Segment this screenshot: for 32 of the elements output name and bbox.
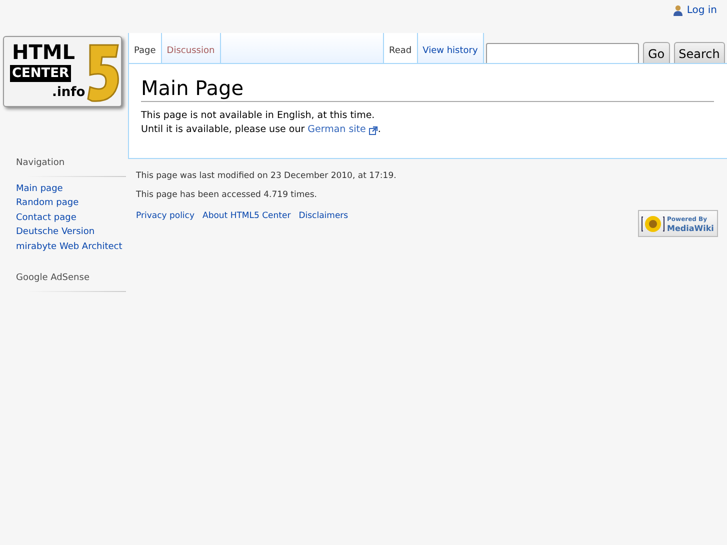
numeral-drawing — [84, 43, 121, 105]
body-text: Until it is available, please use our — [141, 123, 306, 137]
sidebar-heading: Google AdSense — [16, 272, 90, 285]
footer-link[interactable]: Disclaimers — [298, 210, 348, 222]
external-link-icon — [368, 126, 378, 134]
page-title: Main Page — [141, 76, 714, 102]
badge-text: MediaWiki — [667, 224, 714, 232]
sunflower-icon — [641, 214, 665, 234]
footer-info: This page has been accessed 4.719 times. — [136, 189, 318, 201]
logo-text: .info — [52, 85, 86, 101]
footer-info: This page was last modified on 23 December 2010, at 17:19. — [136, 170, 396, 182]
user-icon — [672, 5, 683, 16]
tab[interactable]: Page — [128, 33, 161, 64]
sidebar-link[interactable]: Contact page — [16, 210, 126, 225]
logo-text: HTML — [12, 41, 76, 63]
footer-link[interactable]: Privacy policy — [136, 210, 194, 222]
sidebar-heading: Navigation — [16, 157, 66, 170]
search-field[interactable] — [486, 43, 639, 65]
body-text: This page is not available in English, at this time. — [141, 109, 376, 123]
sidebar-link[interactable]: Deutsche Version — [16, 225, 126, 240]
site-logo[interactable]: HTML CENTER .info — [3, 36, 122, 107]
sidebar-link[interactable]: Random page — [16, 196, 126, 210]
tab[interactable]: View history — [416, 33, 484, 64]
external-link[interactable]: German site — [308, 123, 366, 137]
sidebar-link[interactable]: mirabyte Web Architect — [16, 240, 126, 254]
sidebar-link[interactable]: Main page — [16, 182, 126, 196]
body-text: . — [378, 123, 381, 137]
tab[interactable]: Read — [383, 33, 417, 64]
tab[interactable]: Discussion — [160, 33, 220, 64]
logo-text: CENTER — [10, 65, 72, 82]
login-link[interactable]: Log in — [686, 3, 717, 18]
footer-link[interactable]: About HTML5 Center — [202, 210, 291, 222]
